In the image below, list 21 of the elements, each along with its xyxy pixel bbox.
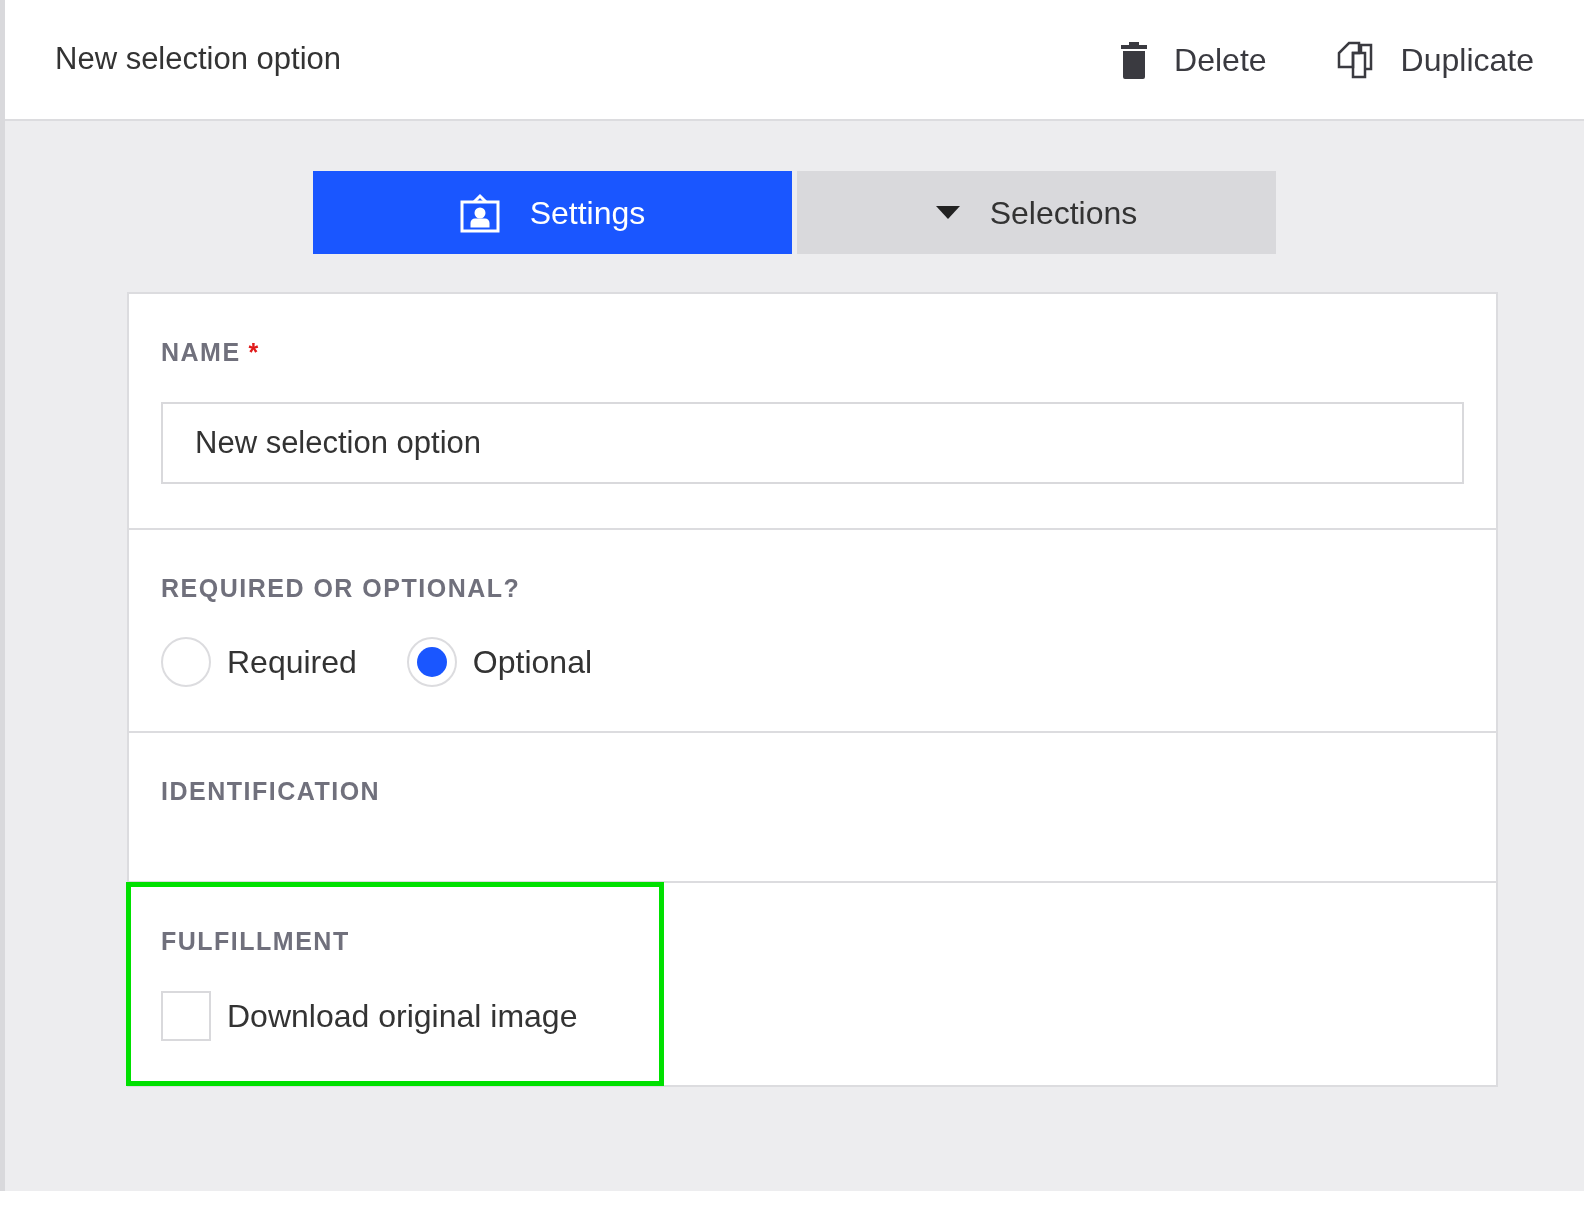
section-label: NAME (161, 337, 241, 368)
radio-button[interactable] (161, 637, 211, 687)
id-card-icon (459, 192, 500, 233)
duplicate-button[interactable]: Duplicate (1336, 35, 1534, 84)
section-label: FULFILLMENT (161, 926, 350, 957)
radio-option[interactable]: Required (161, 637, 357, 687)
required-asterisk: * (248, 337, 260, 368)
tab[interactable]: Settings (313, 171, 792, 254)
page-title: New selection option (55, 40, 342, 79)
name-input-field[interactable]: New selection option (161, 401, 1464, 484)
checkbox-option[interactable]: Download original image (161, 990, 578, 1041)
copy-icon (1336, 40, 1375, 79)
section-label: REQUIRED OR OPTIONAL? (161, 572, 521, 604)
tab[interactable]: Selections (797, 171, 1276, 254)
section-label: IDENTIFICATION (161, 776, 381, 807)
radio-button[interactable] (406, 637, 457, 687)
checkbox[interactable] (161, 990, 211, 1041)
delete-button[interactable]: Delete (1120, 35, 1267, 84)
trash-icon (1120, 40, 1149, 79)
caret-down-icon (935, 206, 960, 219)
radio-option[interactable]: Optional (406, 637, 593, 687)
